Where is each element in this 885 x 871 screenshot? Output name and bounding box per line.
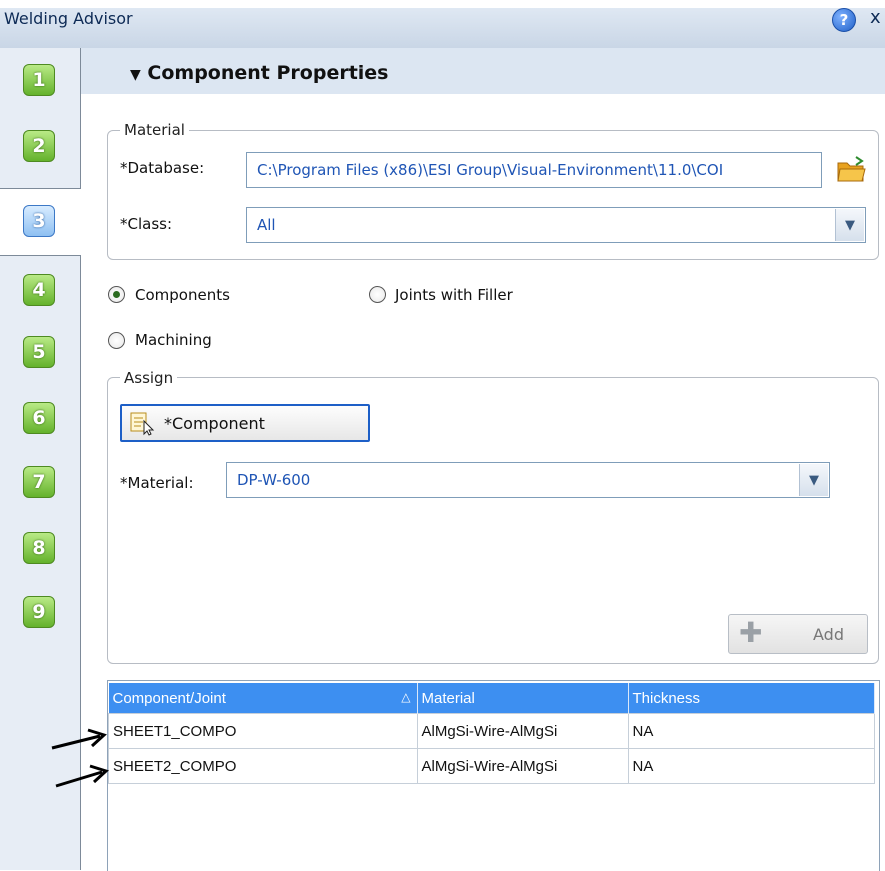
material-group-label: Material xyxy=(120,121,189,139)
step-9[interactable]: 9 xyxy=(0,580,80,646)
add-button[interactable]: ✚ Add xyxy=(728,614,868,654)
collapse-triangle-icon: ▼ xyxy=(130,67,141,83)
step-6[interactable]: 6 xyxy=(0,386,80,452)
step-3-active[interactable]: 3 xyxy=(0,188,81,256)
plus-icon: ✚ xyxy=(739,616,763,649)
select-component-icon xyxy=(130,412,155,436)
class-select[interactable]: All ▼ xyxy=(246,207,866,243)
table-row[interactable]: SHEET1_COMPO AlMgSi-Wire-AlMgSi NA xyxy=(108,713,875,749)
cell-component[interactable]: SHEET2_COMPO xyxy=(108,748,418,784)
column-header-material[interactable]: Material xyxy=(417,683,629,714)
assign-group-label: Assign xyxy=(120,369,178,387)
components-radio-label[interactable]: Components xyxy=(135,286,230,304)
column-header-thickness[interactable]: Thickness xyxy=(628,683,875,714)
cell-component[interactable]: SHEET1_COMPO xyxy=(108,713,418,749)
assignment-table: Component/Joint △ Material Thickness SHE… xyxy=(107,680,880,871)
step-5[interactable]: 5 xyxy=(0,320,80,386)
step-2[interactable]: 2 xyxy=(0,114,80,180)
material-select[interactable]: DP-W-600 ▼ xyxy=(226,462,830,498)
column-header-label: Thickness xyxy=(632,689,701,707)
joints-with-filler-label[interactable]: Joints with Filler xyxy=(395,286,513,304)
step-button[interactable]: 7 xyxy=(23,466,55,498)
step-4[interactable]: 4 xyxy=(0,258,80,324)
machining-radio-label[interactable]: Machining xyxy=(135,331,212,349)
cell-thickness[interactable]: NA xyxy=(627,713,875,749)
folder-open-icon[interactable] xyxy=(836,155,866,185)
database-field[interactable]: C:\Program Files (x86)\ESI Group\Visual-… xyxy=(246,152,822,188)
step-button[interactable]: 8 xyxy=(23,532,55,564)
sort-icon[interactable]: △ xyxy=(401,690,410,704)
material-select-value: DP-W-600 xyxy=(237,471,311,489)
table-header-row: Component/Joint △ Material Thickness xyxy=(108,683,875,714)
step-button[interactable]: 9 xyxy=(23,596,55,628)
class-label: *Class: xyxy=(120,215,173,233)
cell-thickness[interactable]: NA xyxy=(627,748,875,784)
chevron-down-icon[interactable]: ▼ xyxy=(835,209,864,241)
annotation-arrow-icon xyxy=(55,764,109,788)
section-title[interactable]: ▼ Component Properties xyxy=(130,62,389,84)
column-header-label: Material xyxy=(421,689,475,707)
components-radio[interactable] xyxy=(108,286,125,303)
step-button[interactable]: 3 xyxy=(23,205,55,237)
database-label: *Database: xyxy=(120,159,205,177)
step-7[interactable]: 7 xyxy=(0,450,80,516)
window-title: Welding Advisor xyxy=(4,9,133,28)
section-title-text: Component Properties xyxy=(147,62,389,84)
step-button[interactable]: 1 xyxy=(23,64,55,96)
class-select-value: All xyxy=(257,216,276,234)
step-button[interactable]: 4 xyxy=(23,274,55,306)
component-button-label: *Component xyxy=(164,414,265,433)
table-row[interactable]: SHEET2_COMPO AlMgSi-Wire-AlMgSi NA xyxy=(108,748,875,784)
column-header-component-joint[interactable]: Component/Joint △ xyxy=(108,683,418,714)
cell-material[interactable]: AlMgSi-Wire-AlMgSi xyxy=(416,748,629,784)
chevron-down-icon[interactable]: ▼ xyxy=(799,464,828,496)
step-1[interactable]: 1 xyxy=(0,48,80,114)
annotation-arrow-icon xyxy=(51,728,107,750)
material-label: *Material: xyxy=(120,474,194,492)
cell-material[interactable]: AlMgSi-Wire-AlMgSi xyxy=(416,713,629,749)
column-header-label: Component/Joint xyxy=(112,689,226,707)
step-button[interactable]: 6 xyxy=(23,402,55,434)
step-8[interactable]: 8 xyxy=(0,516,80,582)
close-icon[interactable]: x xyxy=(870,7,881,28)
step-button[interactable]: 2 xyxy=(23,130,55,162)
add-button-label: Add xyxy=(813,625,844,644)
help-icon[interactable]: ? xyxy=(832,8,856,32)
component-pick-button[interactable]: *Component xyxy=(120,404,370,442)
machining-radio[interactable] xyxy=(108,332,125,349)
joints-with-filler-radio[interactable] xyxy=(369,286,386,303)
step-button[interactable]: 5 xyxy=(23,336,55,368)
